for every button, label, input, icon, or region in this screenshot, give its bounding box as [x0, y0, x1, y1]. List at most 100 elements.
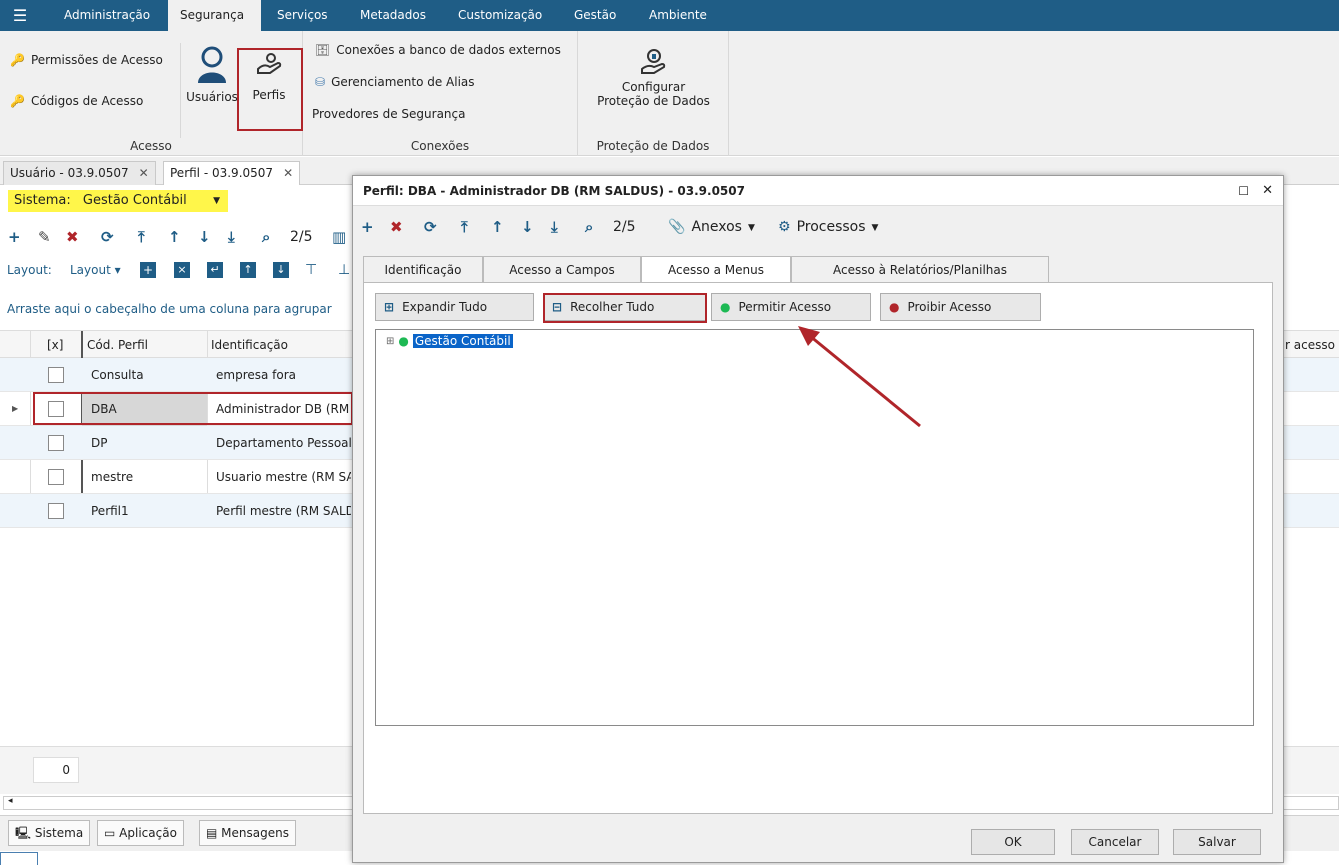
layout-add-icon[interactable]: + — [140, 262, 156, 278]
delete-icon[interactable]: ✖ — [390, 218, 403, 236]
tree-node-root[interactable]: ⊞ ● Gestão Contábil — [386, 334, 513, 348]
dialog-titlebar: Perfil: DBA - Administrador DB (RM SALDU… — [353, 176, 1283, 206]
permissoes-acesso-button[interactable]: 🔑 Permissões de Acesso — [10, 53, 163, 67]
cell-cod: DP — [91, 436, 108, 450]
row-checkbox[interactable] — [48, 503, 64, 519]
row-checkbox[interactable] — [48, 435, 64, 451]
search-icon[interactable]: ⌕ — [585, 218, 593, 236]
search-icon[interactable]: ⌕ — [262, 228, 270, 246]
close-icon[interactable]: ✕ — [1262, 176, 1273, 206]
cell-cod: Consulta — [91, 368, 144, 382]
layout-pin-icon[interactable]: ⊤ — [305, 262, 317, 278]
conexoes-bd-button[interactable]: 🗄 Conexões a banco de dados externos — [315, 43, 561, 57]
ribbon-group-acesso: 🔑 Permissões de Acesso 🔑 Códigos de Aces… — [0, 31, 303, 156]
alias-label: Gerenciamento de Alias — [331, 75, 475, 89]
permitir-label: Permitir Acesso — [738, 300, 832, 314]
last-icon[interactable]: ⤓ — [228, 228, 235, 246]
layout-up-icon[interactable]: ↑ — [240, 262, 256, 278]
expandir-tudo-button[interactable]: ⊞ Expandir Tudo — [375, 293, 534, 321]
tab-identificacao[interactable]: Identificação — [363, 256, 483, 282]
check-circle-icon: ● — [720, 300, 731, 314]
database-icon: 🗄 — [315, 43, 331, 57]
status-tab-sistema[interactable]: 🖳 Sistema — [8, 820, 91, 846]
anexos-menu[interactable]: 📎 Anexos ▼ — [668, 219, 755, 237]
permissoes-label: Permissões de Acesso — [30, 53, 163, 67]
col-header-check[interactable]: [x] — [47, 331, 63, 359]
add-icon[interactable]: + — [361, 218, 374, 236]
sistema-value: Gestão Contábil — [82, 193, 187, 208]
menu-tab-gestao[interactable]: Gestão — [562, 0, 628, 31]
refresh-icon[interactable]: ⟳ — [101, 228, 114, 246]
close-icon[interactable]: ✕ — [283, 166, 293, 180]
processos-menu[interactable]: ⚙ Processos ▼ — [778, 219, 878, 237]
cell-ident: Usuario mestre (RM SALDUS) — [216, 470, 351, 484]
chevron-down-icon: ▼ — [747, 223, 755, 233]
ok-button[interactable]: OK — [971, 829, 1055, 855]
chevron-down-icon: ▼ — [871, 223, 879, 233]
processos-label: Processos — [796, 219, 866, 235]
layout-undo-icon[interactable]: ↵ — [207, 262, 223, 278]
cell-cod: Perfil1 — [91, 504, 129, 518]
refresh-icon[interactable]: ⟳ — [424, 218, 437, 236]
previous-icon[interactable]: ↑ — [168, 228, 181, 246]
divider — [180, 43, 181, 138]
paperclip-icon: 📎 — [668, 219, 686, 235]
layout-down-icon[interactable]: ↓ — [273, 262, 289, 278]
menu-tab-metadados[interactable]: Metadados — [348, 0, 438, 31]
row-checkbox[interactable] — [48, 367, 64, 383]
gerenciamento-alias-button[interactable]: ⛁ Gerenciamento de Alias — [315, 75, 475, 89]
delete-icon[interactable]: ✖ — [66, 228, 79, 246]
configurar-line2: Proteção de Dados — [597, 94, 710, 108]
col-header-acesso[interactable]: r acesso a — [1285, 331, 1339, 359]
first-icon[interactable]: ⤒ — [138, 228, 145, 246]
highlight-recolher — [543, 293, 707, 323]
dialog-page-indicator: 2/5 — [613, 219, 636, 235]
first-icon[interactable]: ⤒ — [461, 218, 468, 236]
previous-icon[interactable]: ↑ — [491, 218, 504, 236]
tree-expand-icon[interactable]: ⊞ — [386, 336, 394, 347]
permitir-acesso-button[interactable]: ● Permitir Acesso — [711, 293, 871, 321]
tab-acesso-menus[interactable]: Acesso a Menus — [641, 256, 791, 282]
layout-remove-icon[interactable]: × — [174, 262, 190, 278]
edit-icon[interactable]: ✎ — [38, 228, 51, 246]
main-menubar: ☰ Administração Segurança Serviços Metad… — [0, 0, 1339, 31]
tab-acesso-relatorios[interactable]: Acesso à Relatórios/Planilhas — [791, 256, 1049, 282]
scroll-left-icon[interactable]: ◂ — [8, 796, 13, 806]
add-icon[interactable]: + — [8, 228, 21, 246]
shield-hand-icon — [640, 49, 665, 74]
status-tab-aplicacao[interactable]: ▭ Aplicação — [97, 820, 184, 846]
salvar-button[interactable]: Salvar — [1173, 829, 1261, 855]
tab-acesso-campos[interactable]: Acesso a Campos — [483, 256, 641, 282]
menu-tab-customizacao[interactable]: Customização — [446, 0, 554, 31]
highlight-dba-row — [33, 392, 353, 425]
maximize-icon[interactable]: ☐ — [1238, 176, 1249, 206]
close-icon[interactable]: ✕ — [139, 166, 149, 180]
menu-tab-servicos[interactable]: Serviços — [265, 0, 340, 31]
menu-tab-seguranca[interactable]: Segurança — [168, 0, 261, 31]
layout-more-icon[interactable]: ⊥ — [338, 262, 350, 278]
footer-count: 0 — [33, 757, 79, 783]
layout-menu[interactable]: Layout ▾ — [70, 263, 121, 277]
configurar-protecao-button[interactable]: Configurar Proteção de Dados — [578, 47, 729, 108]
menu-tab-administracao[interactable]: Administração — [52, 0, 162, 31]
doc-tab-perfil[interactable]: Perfil - 03.9.0507 ✕ — [163, 161, 301, 185]
anexos-label: Anexos — [691, 219, 742, 235]
corner-tab — [0, 852, 38, 865]
cancelar-button[interactable]: Cancelar — [1071, 829, 1159, 855]
next-icon[interactable]: ↓ — [198, 228, 211, 246]
next-icon[interactable]: ↓ — [521, 218, 534, 236]
col-header-identificacao[interactable]: Identificação — [211, 331, 288, 359]
sistema-selector[interactable]: Sistema: Gestão Contábil ▼ — [8, 190, 228, 212]
menu-tab-ambiente[interactable]: Ambiente — [637, 0, 719, 31]
provedores-seguranca-button[interactable]: Provedores de Segurança — [312, 107, 465, 121]
col-header-cod-perfil[interactable]: Cód. Perfil — [87, 331, 148, 359]
proibir-acesso-button[interactable]: ● Proibir Acesso — [880, 293, 1041, 321]
status-tab-mensagens[interactable]: ▤ Mensagens — [199, 820, 296, 846]
app-menu-icon[interactable]: ☰ — [10, 6, 30, 26]
usuarios-button[interactable]: Usuários — [186, 45, 238, 104]
row-checkbox[interactable] — [48, 469, 64, 485]
doc-tab-usuario[interactable]: Usuário - 03.9.0507 ✕ — [3, 161, 156, 185]
codigos-acesso-button[interactable]: 🔑 Códigos de Acesso — [10, 94, 143, 108]
columns-icon[interactable]: ▥ — [332, 228, 346, 246]
last-icon[interactable]: ⤓ — [551, 218, 558, 236]
